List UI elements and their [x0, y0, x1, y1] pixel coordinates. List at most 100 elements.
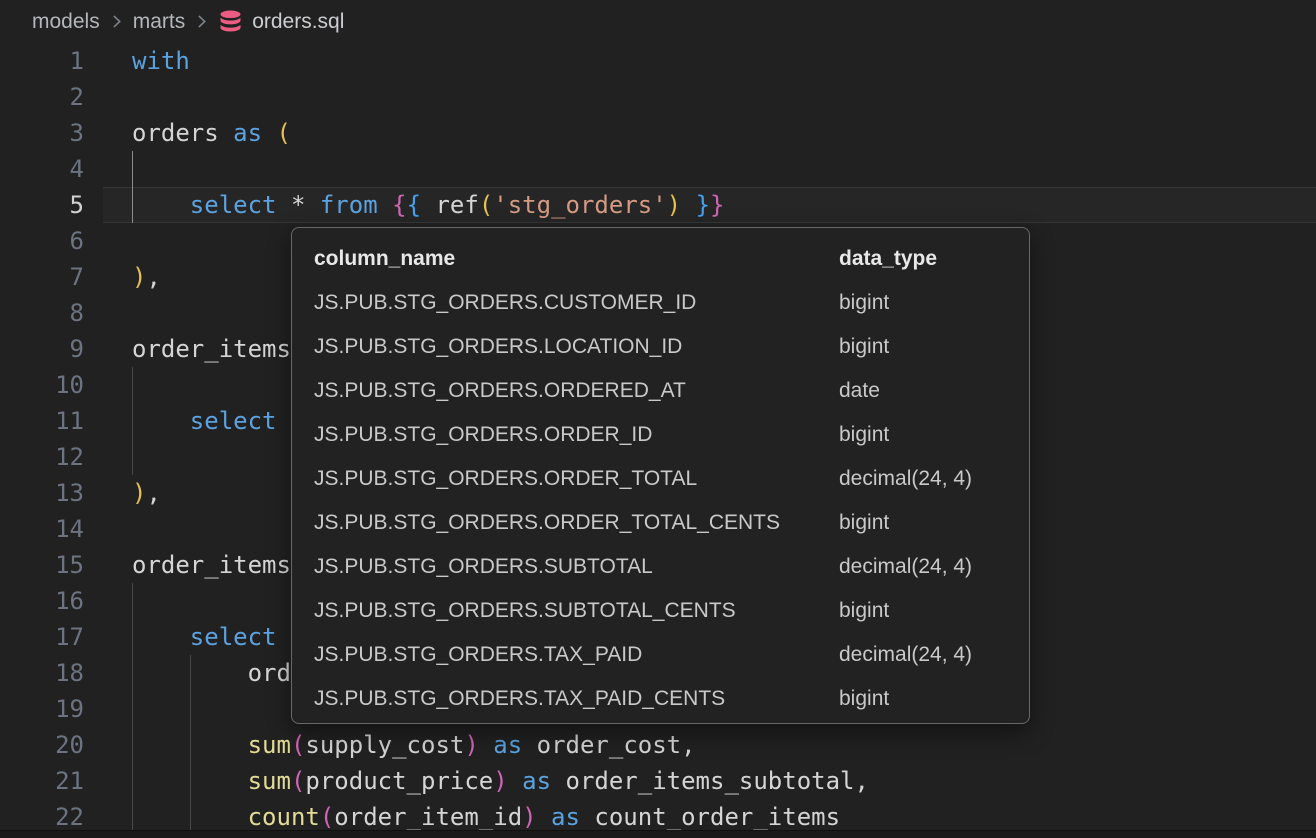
line-number[interactable]: 7 [0, 259, 103, 295]
code-line-content[interactable] [103, 151, 1316, 187]
line-number[interactable]: 17 [0, 619, 103, 655]
line-number[interactable]: 16 [0, 583, 103, 619]
code-line[interactable]: 1 with [0, 43, 1316, 79]
code-token: , [146, 479, 160, 507]
line-number[interactable]: 4 [0, 151, 103, 187]
code-token: ref [435, 191, 478, 219]
code-token: ) [464, 731, 478, 759]
column-name-cell: JS.PUB.STG_ORDERS.SUBTOTAL [314, 555, 839, 579]
code-token [132, 191, 190, 219]
code-line[interactable]: 5 select * from {{ ref('stg_orders') }} [0, 187, 1316, 223]
code-line[interactable]: 20 sum(supply_cost) as order_cost, [0, 727, 1316, 763]
line-number[interactable]: 5 [0, 187, 103, 223]
code-token: supply_cost [305, 731, 464, 759]
breadcrumb: models marts orders.sql [0, 0, 1316, 43]
line-number[interactable]: 2 [0, 79, 103, 115]
code-token: 'stg_orders' [493, 191, 666, 219]
code-token: product_price [305, 767, 493, 795]
line-number[interactable]: 13 [0, 475, 103, 511]
code-token: select [190, 623, 277, 651]
column-row: JS.PUB.STG_ORDERS.TAX_PAIDdecimal(24, 4) [314, 633, 1029, 677]
code-line-content[interactable]: sum(supply_cost) as order_cost, [103, 727, 1316, 763]
indent-guide [190, 655, 191, 830]
column-name-cell: JS.PUB.STG_ORDERS.ORDER_TOTAL_CENTS [314, 511, 839, 535]
line-number[interactable]: 6 [0, 223, 103, 259]
code-token: select [190, 191, 277, 219]
column-name-cell: JS.PUB.STG_ORDERS.TAX_PAID_CENTS [314, 687, 839, 711]
line-number[interactable]: 10 [0, 367, 103, 403]
data-type-cell: decimal(24, 4) [839, 467, 972, 491]
column-row: JS.PUB.STG_ORDERS.CUSTOMER_IDbigint [314, 281, 1029, 325]
data-type-header: data_type [839, 247, 937, 271]
chevron-right-icon [108, 13, 125, 30]
code-line-content[interactable]: orders as ( [103, 115, 1316, 151]
code-line-content[interactable]: select * from {{ ref('stg_orders') }} [103, 187, 1316, 223]
breadcrumb-item-file[interactable]: orders.sql [218, 9, 344, 35]
code-token: sum [248, 767, 291, 795]
code-token: } [710, 191, 724, 219]
column-name-cell: JS.PUB.STG_ORDERS.ORDER_ID [314, 423, 839, 447]
code-token: ) [493, 767, 507, 795]
code-token: ) [132, 263, 146, 291]
data-type-cell: bigint [839, 423, 889, 447]
code-line-content[interactable]: sum(product_price) as order_items_subtot… [103, 763, 1316, 799]
breadcrumb-item-marts[interactable]: marts [133, 10, 186, 34]
line-number[interactable]: 11 [0, 403, 103, 439]
column-name-header: column_name [314, 247, 839, 271]
column-row: JS.PUB.STG_ORDERS.ORDERED_ATdate [314, 369, 1029, 413]
code-line[interactable]: 3orders as ( [0, 115, 1316, 151]
column-table-body: JS.PUB.STG_ORDERS.CUSTOMER_IDbigintJS.PU… [314, 281, 1029, 721]
line-number[interactable]: 1 [0, 43, 103, 79]
code-line-content[interactable]: with [103, 43, 1316, 79]
code-line[interactable]: 2 [0, 79, 1316, 115]
data-type-cell: decimal(24, 4) [839, 643, 972, 667]
line-number[interactable]: 15 [0, 547, 103, 583]
column-row: JS.PUB.STG_ORDERS.LOCATION_IDbigint [314, 325, 1029, 369]
code-token: ( [291, 731, 305, 759]
column-row: JS.PUB.STG_ORDERS.SUBTOTALdecimal(24, 4) [314, 545, 1029, 589]
line-number[interactable]: 19 [0, 691, 103, 727]
database-icon [218, 9, 243, 35]
data-type-cell: bigint [839, 335, 889, 359]
code-token: count [248, 803, 320, 831]
code-line[interactable]: 4 [0, 151, 1316, 187]
code-token: as [522, 767, 551, 795]
code-token: order_items_subtotal, [551, 767, 869, 795]
line-number[interactable]: 12 [0, 439, 103, 475]
line-number[interactable]: 20 [0, 727, 103, 763]
column-row: JS.PUB.STG_ORDERS.ORDER_IDbigint [314, 413, 1029, 457]
data-type-cell: decimal(24, 4) [839, 555, 972, 579]
column-info-popup: column_name data_type JS.PUB.STG_ORDERS.… [291, 227, 1030, 724]
line-number[interactable]: 14 [0, 511, 103, 547]
code-token: order_items [132, 335, 291, 363]
code-line[interactable]: 21 sum(product_price) as order_items_sub… [0, 763, 1316, 799]
column-row: JS.PUB.STG_ORDERS.ORDER_TOTALdecimal(24,… [314, 457, 1029, 501]
code-token: from [320, 191, 378, 219]
code-line-content[interactable] [103, 79, 1316, 115]
line-number[interactable]: 9 [0, 331, 103, 367]
code-token: ord [132, 659, 291, 687]
file-name: orders.sql [252, 10, 344, 34]
code-token: { [392, 191, 406, 219]
code-token: orders [132, 119, 233, 147]
code-token: ( [291, 767, 305, 795]
code-token [421, 191, 435, 219]
indent-guide [132, 367, 133, 475]
line-number[interactable]: 3 [0, 115, 103, 151]
line-number[interactable]: 21 [0, 763, 103, 799]
line-number[interactable]: 8 [0, 295, 103, 331]
panel-divider [0, 830, 1316, 838]
code-token: order_item_id [334, 803, 522, 831]
code-token: as [493, 731, 522, 759]
code-token [479, 731, 493, 759]
code-token: with [132, 47, 190, 75]
breadcrumb-item-models[interactable]: models [32, 10, 100, 34]
chevron-right-icon [193, 13, 210, 30]
column-name-cell: JS.PUB.STG_ORDERS.CUSTOMER_ID [314, 291, 839, 315]
column-name-cell: JS.PUB.STG_ORDERS.TAX_PAID [314, 643, 839, 667]
line-number[interactable]: 18 [0, 655, 103, 691]
code-token: ) [667, 191, 681, 219]
data-type-cell: bigint [839, 687, 889, 711]
code-token [537, 803, 551, 831]
code-token [508, 767, 522, 795]
